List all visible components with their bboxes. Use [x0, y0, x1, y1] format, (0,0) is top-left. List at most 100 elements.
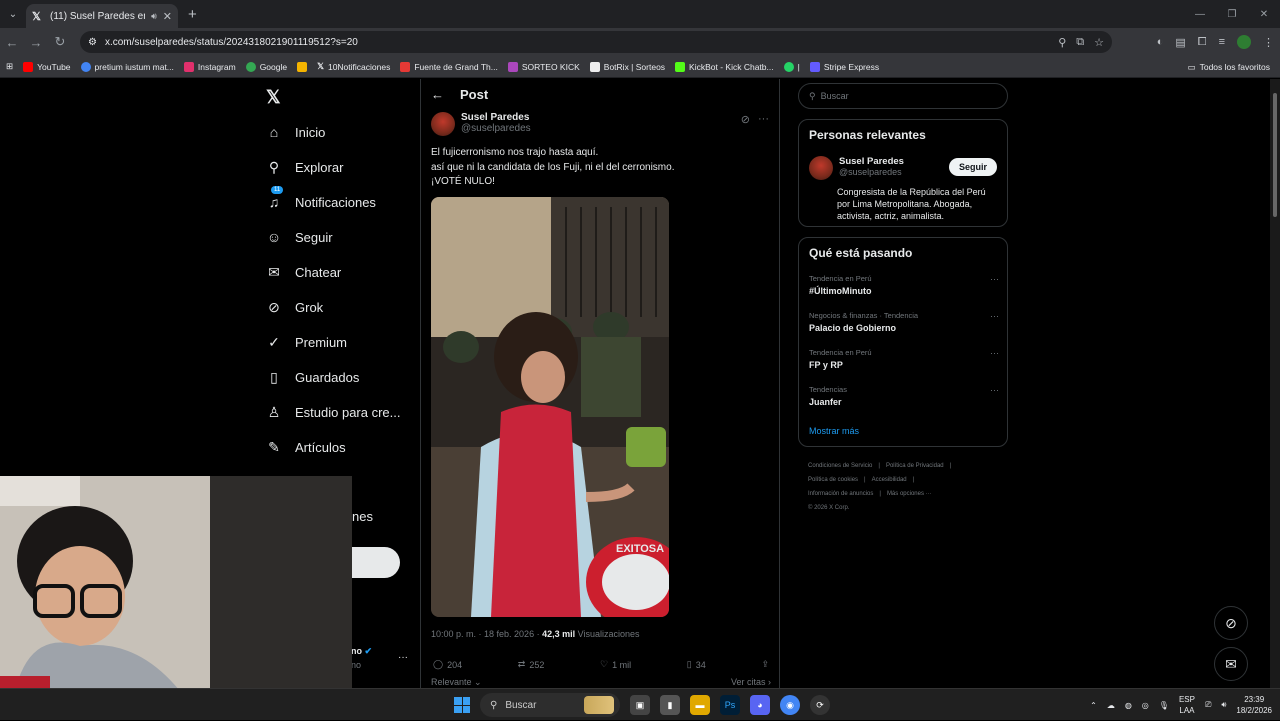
discord-icon[interactable]: ◕: [750, 695, 770, 715]
show-more-link[interactable]: Mostrar más: [809, 426, 859, 436]
star-icon[interactable]: ☆: [1094, 36, 1104, 49]
app-icon-2[interactable]: ⟳: [810, 695, 830, 715]
nav-more-partial[interactable]: nes: [352, 509, 373, 524]
x-logo-icon[interactable]: 𝕏: [266, 87, 281, 108]
onedrive-icon[interactable]: ☁: [1107, 701, 1115, 710]
bookmark-pretium[interactable]: pretium iustum mat...: [80, 61, 174, 72]
close-window-icon[interactable]: ✕: [1248, 0, 1280, 28]
follow-button[interactable]: Seguir: [948, 158, 997, 176]
nav-estudio[interactable]: ♙ Estudio para cre...: [266, 404, 401, 421]
reply-button[interactable]: ◯ 204: [433, 659, 462, 670]
task-view-icon[interactable]: ▣: [630, 695, 650, 715]
network-icon[interactable]: ⎚: [1205, 700, 1211, 710]
footer-link[interactable]: Accesibilidad: [872, 477, 907, 483]
nav-articulos[interactable]: ✎ Artículos: [266, 439, 345, 456]
bookmark-unnamed[interactable]: [297, 61, 308, 72]
more-dots-icon[interactable]: ···: [990, 385, 999, 395]
account-more-icon[interactable]: ···: [398, 652, 408, 663]
avatar[interactable]: [431, 112, 455, 136]
back-icon[interactable]: ←: [0, 35, 24, 50]
trend-item[interactable]: Tendencia en Perú #ÚltimoMinuto ···: [809, 274, 999, 296]
post-time[interactable]: 10:00 p. m. · 18 feb. 2026 ·: [431, 629, 540, 639]
more-dots-icon[interactable]: ···: [758, 113, 769, 126]
nav-explorar[interactable]: ⚲ Explorar: [266, 159, 344, 176]
sort-dropdown[interactable]: Relevante ⌄: [431, 677, 482, 688]
page-scrollbar[interactable]: [1270, 79, 1280, 688]
post-author[interactable]: Susel Paredes @suselparedes: [431, 112, 531, 136]
nav-inicio[interactable]: ⌂ Inicio: [266, 124, 326, 140]
footer-link[interactable]: Política de cookies: [808, 477, 858, 483]
author-handle[interactable]: @suselparedes: [461, 123, 531, 134]
trend-item[interactable]: Negocios & finanzas · Tendencia Palacio …: [809, 311, 999, 333]
extensions-puzzle-icon[interactable]: ⧠: [1198, 36, 1207, 49]
bookmark-botrix[interactable]: BotRix | Sorteos: [589, 61, 665, 72]
audio-icon[interactable]: 🔊︎: [151, 11, 157, 22]
relevant-user-handle[interactable]: @suselparedes: [839, 167, 904, 177]
file-explorer-icon[interactable]: ▬: [690, 695, 710, 715]
browser-tab[interactable]: 𝕏 (11) Susel Paredes en X: "El 🔊︎ ✕: [26, 4, 178, 28]
bookmark-youtube[interactable]: YouTube: [23, 61, 71, 72]
search-input[interactable]: ⚲ Buscar: [798, 83, 1008, 109]
bookmark-stripe[interactable]: Stripe Express: [809, 61, 879, 72]
trend-item[interactable]: Tendencias Juanfer ···: [809, 385, 999, 407]
profile-avatar[interactable]: [1237, 35, 1251, 49]
messages-fab-button[interactable]: ✉: [1214, 647, 1248, 681]
footer-link[interactable]: Más opciones ···: [887, 491, 932, 497]
avatar[interactable]: [809, 156, 833, 180]
grok-icon[interactable]: ⊘: [741, 113, 750, 126]
all-favorites[interactable]: ▭ Todos los favoritos: [1188, 56, 1270, 78]
bookmark-kickbot[interactable]: KickBot - Kick Chatb...: [675, 61, 774, 72]
bookmark-button[interactable]: ▯ 34: [687, 659, 706, 670]
like-button[interactable]: ♡ 1 mil: [600, 659, 631, 670]
tab-close-icon[interactable]: ✕: [163, 10, 172, 23]
back-arrow-icon[interactable]: ←: [431, 87, 444, 102]
address-bar[interactable]: ⚙ x.com/suselparedes/status/202431802190…: [80, 31, 1112, 53]
forward-icon[interactable]: →: [24, 35, 48, 50]
nav-grok[interactable]: ⊘ Grok: [266, 299, 323, 316]
extension-icon-2[interactable]: ▤: [1175, 36, 1185, 49]
grok-fab-button[interactable]: ⊘: [1214, 606, 1248, 640]
more-dots-icon[interactable]: ···: [990, 311, 999, 321]
bookmark-google[interactable]: Google: [245, 61, 287, 72]
nav-chatear[interactable]: ✉ Chatear: [266, 264, 341, 281]
clock[interactable]: 23:39 18/2/2026: [1236, 694, 1272, 716]
footer-link[interactable]: Política de Privacidad: [886, 463, 944, 469]
footer-link[interactable]: Condiciones de Servicio: [808, 463, 872, 469]
relevant-user[interactable]: Susel Paredes @suselparedes: [809, 156, 904, 180]
bookmark-10notificaciones[interactable]: 𝕏 10Notificaciones: [317, 61, 390, 72]
photoshop-icon[interactable]: Ps: [720, 695, 740, 715]
author-name[interactable]: Susel Paredes: [461, 112, 531, 123]
bookmark-sorteo-kick[interactable]: SORTEO KICK: [507, 61, 580, 72]
windows-start-icon[interactable]: [454, 697, 470, 713]
app-icon[interactable]: ▮: [660, 695, 680, 715]
volume-icon[interactable]: 🔊︎: [1221, 700, 1226, 710]
menu-dots-icon[interactable]: ⋮: [1263, 36, 1274, 49]
repost-button[interactable]: ⇄ 252: [518, 659, 545, 670]
microphone-icon[interactable]: 🎙︎: [1159, 701, 1169, 710]
nav-seguir[interactable]: ☺ Seguir: [266, 229, 333, 245]
share-button[interactable]: ⇪: [761, 659, 769, 670]
maximize-icon[interactable]: ❐: [1216, 0, 1248, 28]
scrollbar-thumb[interactable]: [1273, 93, 1277, 217]
install-icon[interactable]: ⧉: [1076, 36, 1084, 49]
new-tab-button[interactable]: +: [188, 6, 197, 23]
footer-link[interactable]: Información de anuncios: [808, 491, 873, 497]
reload-icon[interactable]: ↻: [48, 34, 72, 50]
more-dots-icon[interactable]: ···: [990, 274, 999, 284]
media-icon[interactable]: ≡: [1219, 36, 1225, 48]
tray-expand-icon[interactable]: ⌃: [1090, 701, 1097, 710]
bookmark-fuente[interactable]: Fuente de Grand Th...: [400, 61, 498, 72]
minimize-icon[interactable]: —: [1184, 0, 1216, 28]
site-info-icon[interactable]: ⚙: [88, 37, 97, 48]
trend-item[interactable]: Tendencia en Perú FP y RP ···: [809, 348, 999, 370]
post-video[interactable]: EXITOSA: [431, 197, 669, 617]
apps-icon[interactable]: ⊞: [6, 61, 13, 72]
view-quotes-link[interactable]: Ver citas ›: [731, 677, 771, 688]
chrome-icon[interactable]: ◉: [780, 695, 800, 715]
relevant-user-name[interactable]: Susel Paredes: [839, 156, 904, 167]
zoom-icon[interactable]: ⚲: [1058, 36, 1066, 49]
nav-guardados[interactable]: ▯ Guardados: [266, 369, 359, 386]
tray-app-icon-2[interactable]: ◎: [1142, 701, 1149, 710]
tray-app-icon[interactable]: ◍: [1125, 701, 1132, 710]
language-indicator[interactable]: ESP LAA: [1179, 694, 1195, 716]
